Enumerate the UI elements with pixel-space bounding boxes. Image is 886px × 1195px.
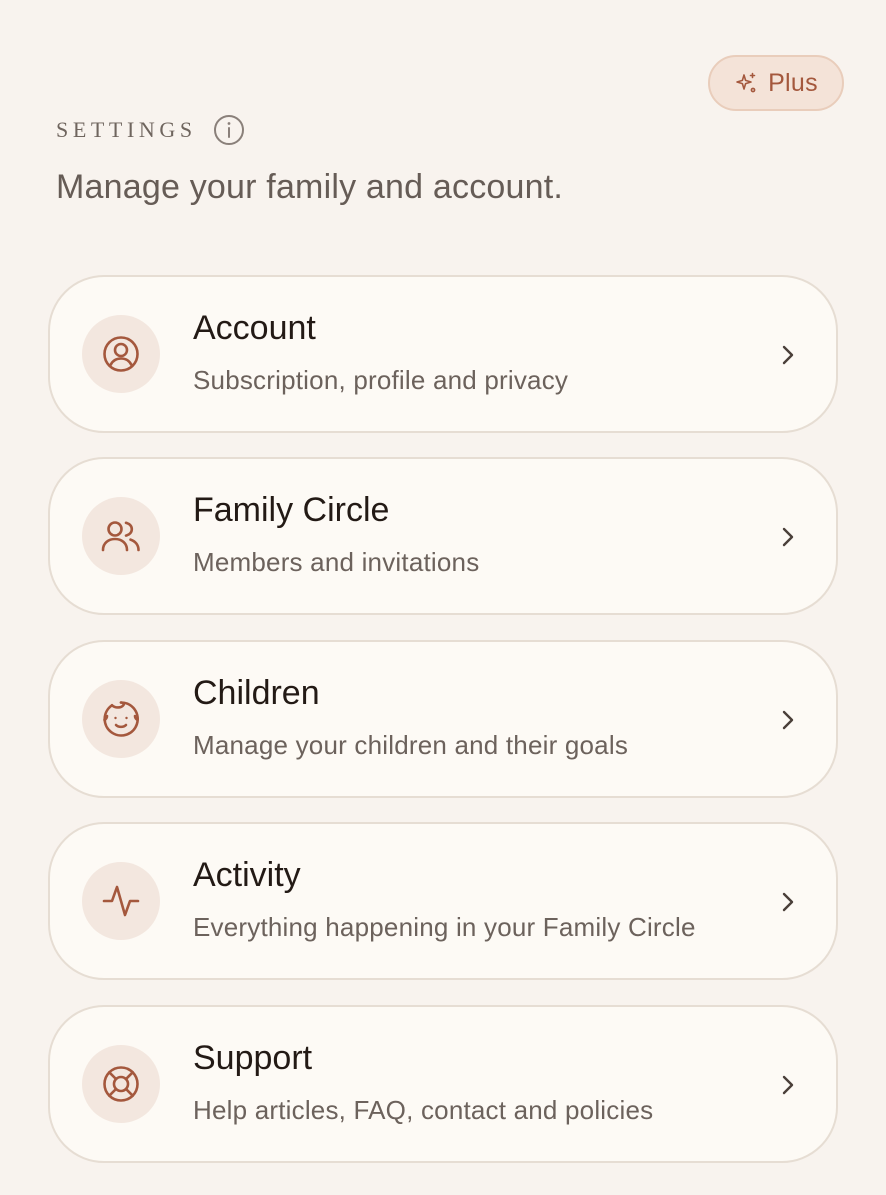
icon-badge bbox=[82, 1045, 160, 1123]
sparkles-icon bbox=[734, 71, 758, 95]
chevron-right-icon bbox=[780, 890, 796, 914]
settings-item-description: Everything happening in your Family Circ… bbox=[193, 912, 696, 942]
chevron-right-icon bbox=[780, 708, 796, 732]
chevron-right-icon bbox=[780, 1073, 796, 1097]
settings-item-description: Manage your children and their goals bbox=[193, 730, 629, 760]
settings-item-title: Account bbox=[193, 309, 316, 347]
settings-item-children[interactable]: Children Manage your children and their … bbox=[48, 640, 838, 798]
icon-badge bbox=[82, 680, 160, 758]
chevron-right-icon bbox=[780, 525, 796, 549]
chevron-right-icon bbox=[780, 343, 796, 367]
section-label: SETTINGS bbox=[56, 117, 197, 142]
settings-item-title: Support bbox=[193, 1039, 313, 1077]
icon-badge bbox=[82, 862, 160, 940]
settings-item-description: Members and invitations bbox=[193, 547, 480, 577]
settings-header: SETTINGS bbox=[56, 113, 245, 147]
icon-badge bbox=[82, 497, 160, 575]
icon-badge bbox=[82, 315, 160, 393]
settings-item-account[interactable]: Account Subscription, profile and privac… bbox=[48, 275, 838, 433]
plus-button-label: Plus bbox=[768, 68, 818, 97]
settings-item-description: Subscription, profile and privacy bbox=[193, 365, 569, 395]
activity-pulse-icon bbox=[101, 881, 141, 921]
settings-item-description: Help articles, FAQ, contact and policies bbox=[193, 1095, 654, 1125]
settings-item-title: Children bbox=[193, 674, 320, 712]
page-subtitle: Manage your family and account. bbox=[56, 168, 564, 206]
settings-item-activity[interactable]: Activity Everything happening in your Fa… bbox=[48, 822, 838, 980]
settings-item-title: Family Circle bbox=[193, 491, 390, 529]
settings-item-family-circle[interactable]: Family Circle Members and invitations bbox=[48, 457, 838, 615]
baby-face-icon bbox=[101, 699, 141, 739]
settings-item-support[interactable]: Support Help articles, FAQ, contact and … bbox=[48, 1005, 838, 1163]
plus-button[interactable]: Plus bbox=[708, 55, 844, 111]
user-circle-icon bbox=[101, 334, 141, 374]
info-icon[interactable] bbox=[213, 114, 245, 146]
lifebuoy-icon bbox=[101, 1064, 141, 1104]
users-icon bbox=[100, 516, 142, 556]
settings-item-title: Activity bbox=[193, 856, 301, 894]
